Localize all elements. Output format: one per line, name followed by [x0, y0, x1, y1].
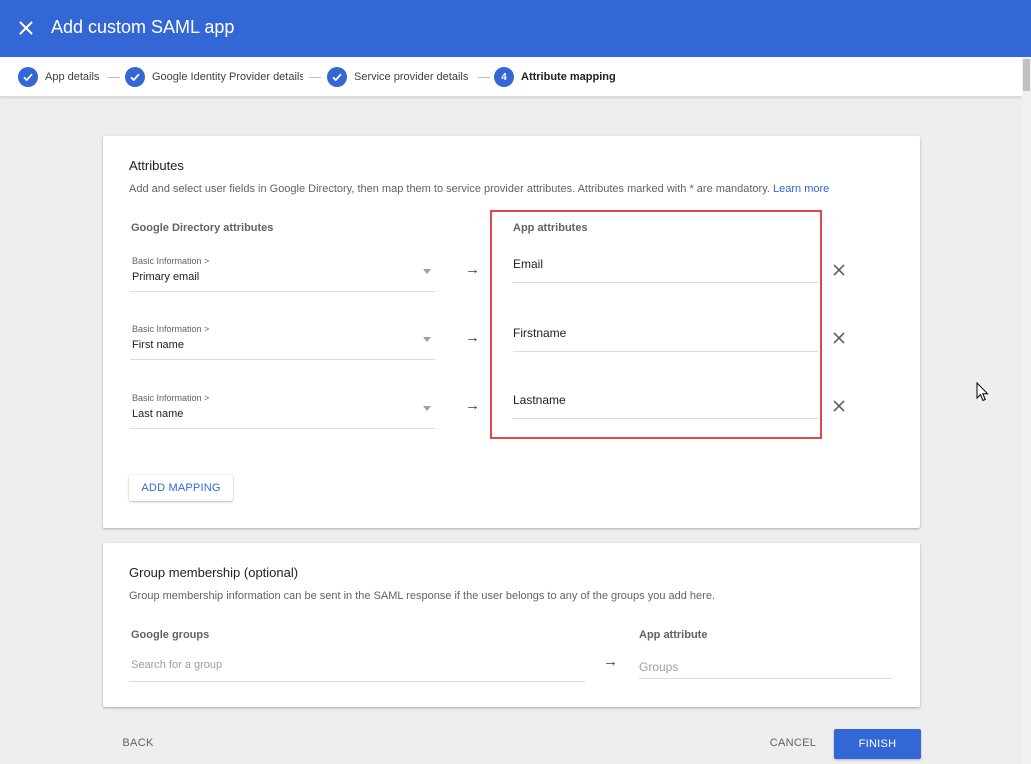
attribute-category: Basic Information > — [132, 393, 210, 403]
group-title: Group membership (optional) — [129, 565, 299, 580]
arrow-right-icon: → — [465, 261, 480, 278]
step-divider — [478, 77, 490, 78]
arrow-right-icon: → — [603, 653, 618, 670]
add-mapping-button[interactable]: ADD MAPPING — [129, 475, 233, 501]
app-attribute-input[interactable] — [513, 326, 818, 340]
back-button[interactable]: BACK — [108, 730, 168, 756]
group-description: Group membership information can be sent… — [129, 590, 715, 602]
group-search-input[interactable] — [131, 659, 587, 671]
group-attribute-input[interactable] — [639, 660, 892, 674]
col-google-directory: Google Directory attributes — [131, 222, 274, 234]
step-idp-details[interactable]: Google Identity Provider details — [125, 66, 303, 88]
close-icon[interactable] — [14, 16, 38, 40]
remove-mapping-icon[interactable] — [832, 263, 846, 277]
step-number: 4 — [494, 67, 514, 87]
attributes-description-text: Add and select user fields in Google Dir… — [129, 183, 770, 195]
attribute-category: Basic Information > — [132, 256, 210, 266]
arrow-right-icon: → — [465, 329, 480, 346]
learn-more-link[interactable]: Learn more — [773, 183, 829, 195]
app-attribute-field[interactable] — [513, 389, 818, 419]
stepper: App details Google Identity Provider det… — [0, 57, 1022, 97]
chevron-down-icon — [423, 337, 431, 342]
step-divider — [108, 77, 120, 78]
attribute-value: Primary email — [132, 271, 200, 283]
step-label: Attribute mapping — [521, 71, 616, 83]
attribute-value: First name — [132, 339, 184, 351]
step-sp-details[interactable]: Service provider details — [327, 66, 468, 88]
step-app-details[interactable]: App details — [18, 66, 99, 88]
app-attribute-field[interactable] — [513, 322, 818, 352]
group-attribute-field[interactable] — [639, 655, 892, 679]
attribute-value: Last name — [132, 408, 184, 420]
page-title: Add custom SAML app — [51, 17, 235, 37]
app-header: Add custom SAML app — [0, 0, 1031, 57]
check-icon — [18, 67, 38, 87]
step-attribute-mapping[interactable]: 4 Attribute mapping — [494, 66, 616, 88]
remove-mapping-icon[interactable] — [832, 399, 846, 413]
scrollbar[interactable] — [1022, 57, 1031, 764]
step-label: App details — [45, 71, 100, 83]
google-attribute-select[interactable]: Basic Information > Last name — [130, 391, 435, 429]
step-label: Service provider details — [354, 71, 469, 83]
app-attribute-input[interactable] — [513, 257, 818, 271]
finish-button[interactable]: FINISH — [834, 729, 921, 759]
col-app-attributes: App attributes — [513, 222, 588, 234]
group-search-field[interactable] — [129, 649, 587, 682]
step-label: Google Identity Provider details — [152, 71, 303, 83]
app-attribute-input[interactable] — [513, 393, 818, 407]
attributes-title: Attributes — [129, 158, 184, 173]
cancel-button[interactable]: CANCEL — [760, 730, 826, 756]
attributes-card: Attributes Add and select user fields in… — [103, 136, 920, 528]
group-membership-card: Group membership (optional) Group member… — [103, 543, 920, 707]
col-app-attribute: App attribute — [639, 629, 708, 641]
chevron-down-icon — [423, 406, 431, 411]
attribute-category: Basic Information > — [132, 324, 210, 334]
remove-mapping-icon[interactable] — [832, 331, 846, 345]
col-google-groups: Google groups — [131, 629, 210, 641]
scrollbar-thumb[interactable] — [1023, 59, 1030, 91]
google-attribute-select[interactable]: Basic Information > First name — [130, 322, 435, 360]
step-divider — [309, 77, 321, 78]
app-attribute-field[interactable] — [513, 253, 818, 283]
attributes-description: Add and select user fields in Google Dir… — [129, 183, 829, 195]
arrow-right-icon: → — [465, 397, 480, 414]
check-icon — [327, 67, 347, 87]
chevron-down-icon — [423, 269, 431, 274]
mouse-cursor-icon — [976, 381, 990, 402]
google-attribute-select[interactable]: Basic Information > Primary email — [130, 254, 435, 292]
check-icon — [125, 67, 145, 87]
